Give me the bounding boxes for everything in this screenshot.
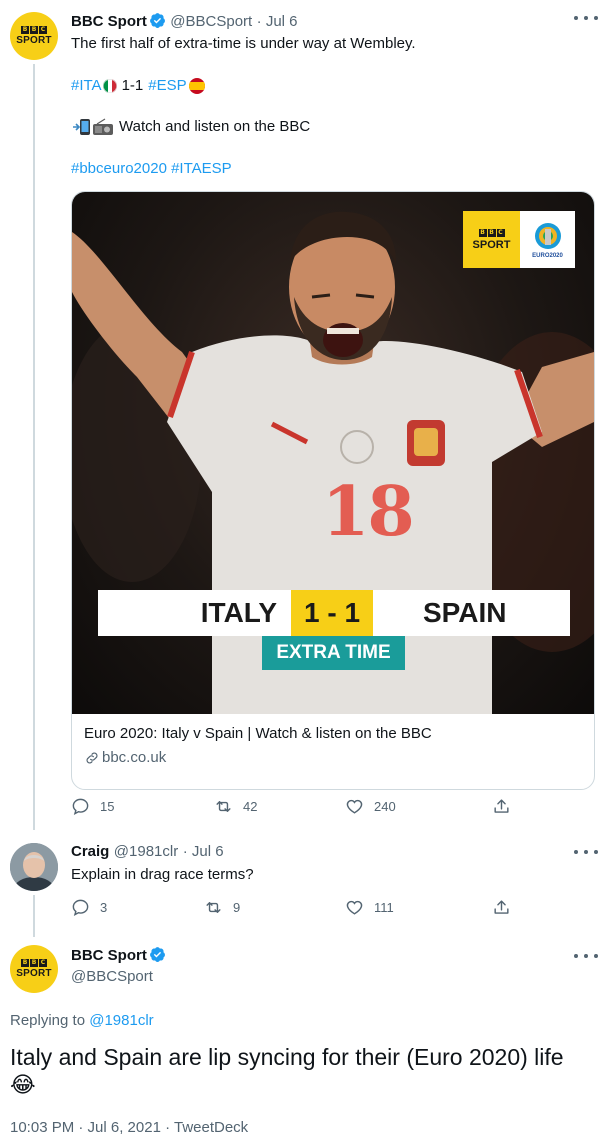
avatar-sport-label-2: SPORT	[16, 968, 52, 979]
hashtags-line[interactable]: #bbceuro2020 #ITAESP	[71, 159, 232, 179]
badge-euro-label: EURO2020	[532, 252, 563, 259]
scoreboard: ITALY 1 - 1 SPAIN	[98, 590, 570, 636]
bbc-logo: BBC	[21, 959, 47, 967]
thread-line	[33, 64, 35, 830]
tweet3-name-row: BBC Sport	[71, 946, 166, 965]
euro-trophy-icon	[534, 222, 561, 249]
link-icon	[86, 752, 98, 764]
reply-text: Explain in drag race terms?	[71, 866, 254, 883]
bbc-sport-avatar-2[interactable]: BBC SPORT	[10, 945, 58, 993]
like-button[interactable]: 240	[345, 797, 396, 816]
reply2-retweet-button[interactable]: 9	[204, 898, 240, 917]
scoreboard-score: 1 - 1	[291, 590, 373, 636]
card-domain: bbc.co.uk	[102, 749, 167, 766]
watch-line: Watch and listen on the BBC	[71, 117, 310, 137]
tweet-text-line1: The first half of extra-time is under wa…	[71, 35, 416, 52]
card-image[interactable]: 18 BBC SPORT EURO2020 ITALY 1 - 1 SPAIN	[72, 192, 594, 714]
avatar-sport-label: SPORT	[16, 35, 52, 46]
tweet2-header: Craig @1981clr · Jul 6	[71, 843, 224, 861]
reply2-reply-count: 3	[100, 900, 108, 915]
link-card[interactable]: 18 BBC SPORT EURO2020 ITALY 1 - 1 SPAIN	[71, 191, 595, 790]
like-count: 240	[374, 799, 396, 814]
bbc-euro-badge: BBC SPORT EURO2020	[463, 211, 575, 268]
bbc-sport-avatar[interactable]: BBC SPORT	[10, 12, 58, 60]
reply-count: 15	[100, 799, 115, 814]
badge-euro2020: EURO2020	[520, 211, 575, 268]
reply2-reply-button[interactable]: 3	[71, 898, 107, 917]
card-footer[interactable]: Euro 2020: Italy v Spain | Watch & liste…	[72, 714, 594, 788]
spain-flag-icon	[188, 78, 205, 94]
verified-badge-icon	[149, 947, 165, 962]
reply2-share-button[interactable]	[492, 898, 511, 917]
badge-bbc-sport: BBC SPORT	[463, 211, 520, 268]
reply-button[interactable]: 15	[71, 797, 114, 816]
phone-radio-icon	[73, 118, 113, 135]
card-title: Euro 2020: Italy v Spain | Watch & liste…	[84, 725, 432, 742]
more-options-icon[interactable]	[574, 12, 598, 24]
retweet-icon	[216, 801, 231, 812]
reply-time[interactable]: · Jul 6	[183, 843, 224, 860]
hashtag-esp[interactable]: #ESP	[148, 76, 186, 96]
bbc-logo: BBC	[21, 26, 47, 34]
extra-time-banner: EXTRA TIME	[262, 636, 405, 670]
reply-author-handle[interactable]: @1981clr	[114, 843, 178, 860]
craig-avatar[interactable]	[10, 843, 58, 891]
heart-icon	[346, 900, 363, 915]
focused-tweet-text: Italy and Spain are lip syncing for thei…	[10, 1044, 564, 1070]
reply2-retweet-count: 9	[233, 900, 241, 915]
score-text: 1-1	[121, 77, 144, 94]
share-button[interactable]	[492, 797, 511, 816]
author-handle[interactable]: @BBCSport	[170, 13, 252, 30]
tweet-time[interactable]: · Jul 6	[257, 13, 298, 30]
replying-to-prefix: Replying to	[10, 1012, 86, 1029]
focused-more-options-icon[interactable]	[574, 950, 598, 962]
team-home: ITALY	[200, 597, 277, 628]
retweet-button[interactable]: 42	[214, 797, 257, 816]
replying-to-handle[interactable]: @1981clr	[89, 1012, 153, 1029]
verified-badge-icon	[149, 13, 165, 28]
author-name[interactable]: BBC Sport	[71, 13, 147, 30]
score-line: #ITA 1-1 #ESP	[71, 76, 205, 96]
tweet-meta[interactable]: 10:03 PM · Jul 6, 2021 · TweetDeck	[10, 1119, 248, 1136]
focused-author-handle[interactable]: @BBCSport	[71, 968, 153, 985]
team-away: SPAIN	[423, 597, 507, 628]
replying-to-line: Replying to @1981clr	[10, 1011, 154, 1031]
reply-more-options-icon[interactable]	[574, 846, 598, 858]
shirt-number: 18	[322, 472, 415, 552]
badge-sport-label: SPORT	[472, 238, 511, 251]
retweet-icon	[206, 902, 221, 913]
craig-avatar-image	[10, 843, 58, 891]
reply-icon	[72, 899, 89, 917]
focused-author-name[interactable]: BBC Sport	[71, 947, 147, 964]
reply2-like-button[interactable]: 111	[345, 898, 394, 917]
share-icon	[494, 799, 509, 813]
reply-author-name[interactable]: Craig	[71, 843, 109, 860]
share-icon	[494, 900, 509, 914]
watch-text: Watch and listen on the BBC	[119, 118, 311, 135]
tweet1-header: BBC Sport @BBCSport · Jul 6	[71, 12, 298, 31]
hashtag-ita[interactable]: #ITA	[71, 76, 102, 96]
retweet-count: 42	[243, 799, 258, 814]
laughing-emoji: 😂	[10, 1072, 36, 1097]
reply-icon	[72, 798, 89, 816]
thread-line-2	[33, 895, 35, 937]
reply2-like-count: 111	[374, 900, 394, 915]
heart-icon	[346, 799, 363, 814]
badge-bbc-logo: BBC	[478, 228, 505, 237]
card-domain-row: bbc.co.uk	[84, 748, 582, 768]
italy-flag-icon	[102, 79, 117, 93]
